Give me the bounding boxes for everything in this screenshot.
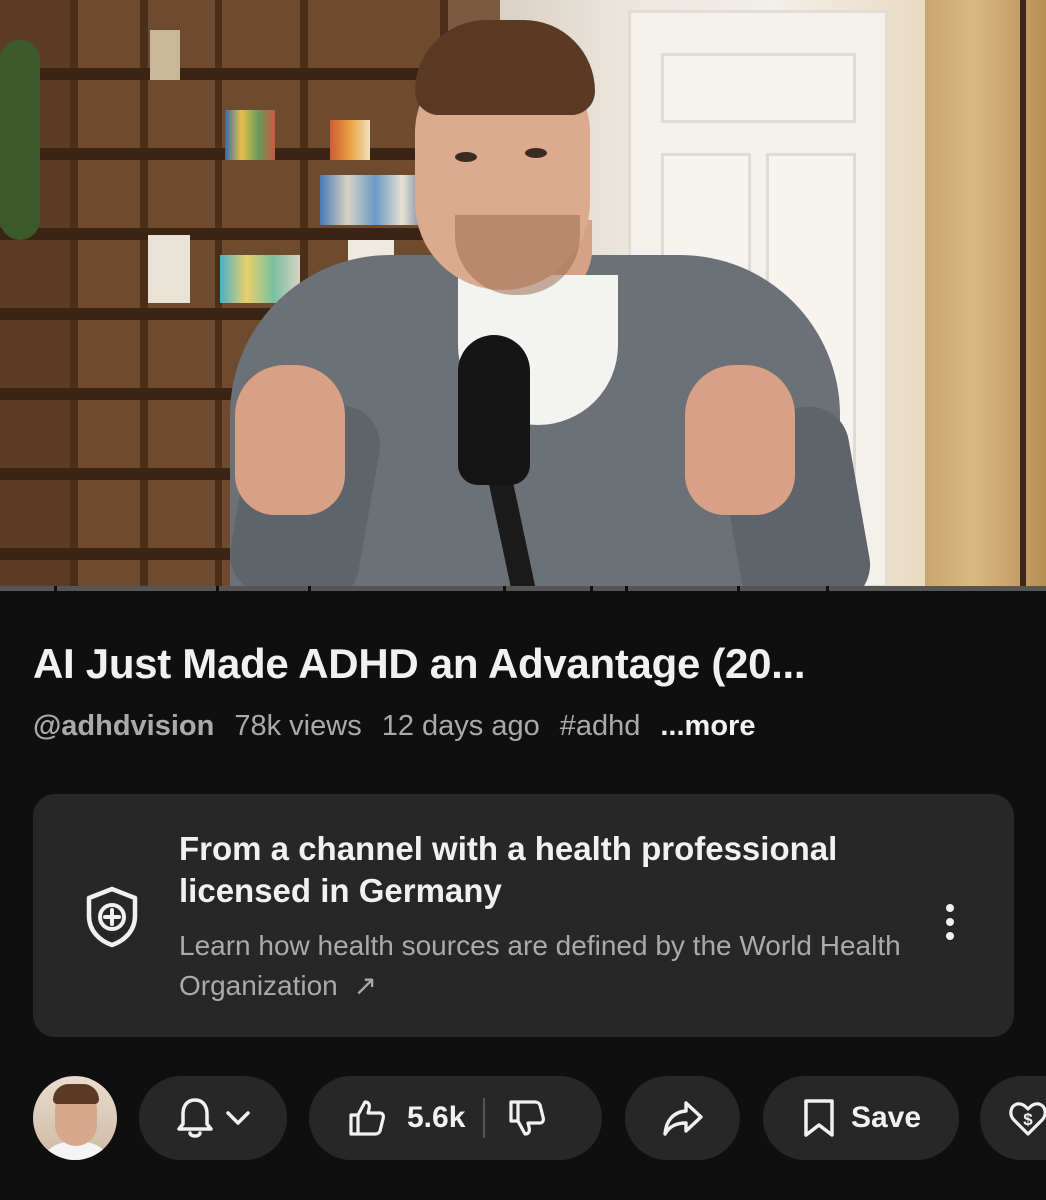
save-button[interactable]: Save	[763, 1076, 959, 1160]
health-card-subtitle: Learn how health sources are defined by …	[179, 930, 901, 1001]
medical-shield-icon	[86, 886, 138, 948]
plant	[0, 40, 40, 240]
shelf-frame	[148, 235, 190, 303]
dislike-button[interactable]	[485, 1098, 581, 1138]
subscription-bell-button[interactable]	[139, 1076, 287, 1160]
external-link-icon: ↗	[353, 970, 378, 1001]
share-button[interactable]	[625, 1076, 740, 1160]
hashtag-link[interactable]: #adhd	[560, 710, 641, 743]
view-count: 78k views	[234, 710, 362, 742]
save-bookmark-icon	[804, 1099, 834, 1137]
upload-age: 12 days ago	[381, 710, 540, 742]
health-card-title: From a channel with a health professiona…	[179, 830, 838, 909]
presenter	[200, 20, 900, 588]
save-label: Save	[850, 1101, 922, 1134]
video-title[interactable]: AI Just Made ADHD an Advantage (20...	[33, 640, 1013, 688]
thumbs-up-icon	[349, 1100, 385, 1136]
like-count: 5.6k	[407, 1101, 466, 1134]
channel-handle[interactable]: @adhdvision	[33, 710, 214, 743]
more-button[interactable]: ...more	[660, 710, 755, 743]
bell-icon	[177, 1098, 213, 1138]
shelf-book	[150, 30, 180, 80]
thumbs-down-icon	[509, 1100, 546, 1136]
microphone	[458, 335, 530, 485]
like-dislike-control[interactable]: 5.6k	[309, 1076, 602, 1160]
video-player[interactable]	[0, 0, 1046, 588]
channel-avatar[interactable]	[33, 1076, 117, 1160]
cabinet-seam	[1020, 0, 1026, 588]
health-card-link[interactable]: Learn how health sources are defined by …	[179, 926, 919, 1006]
video-metadata[interactable]: @adhdvision 78k views 12 days ago #adhd …	[33, 710, 755, 743]
like-button[interactable]: 5.6k	[309, 1098, 483, 1138]
thanks-heart-dollar-icon: $	[1009, 1102, 1046, 1136]
chevron-down-icon	[226, 1111, 250, 1125]
svg-text:$: $	[1023, 1110, 1033, 1129]
cabinet	[925, 0, 1046, 588]
card-more-options-icon[interactable]	[940, 902, 960, 942]
share-icon	[662, 1101, 703, 1136]
